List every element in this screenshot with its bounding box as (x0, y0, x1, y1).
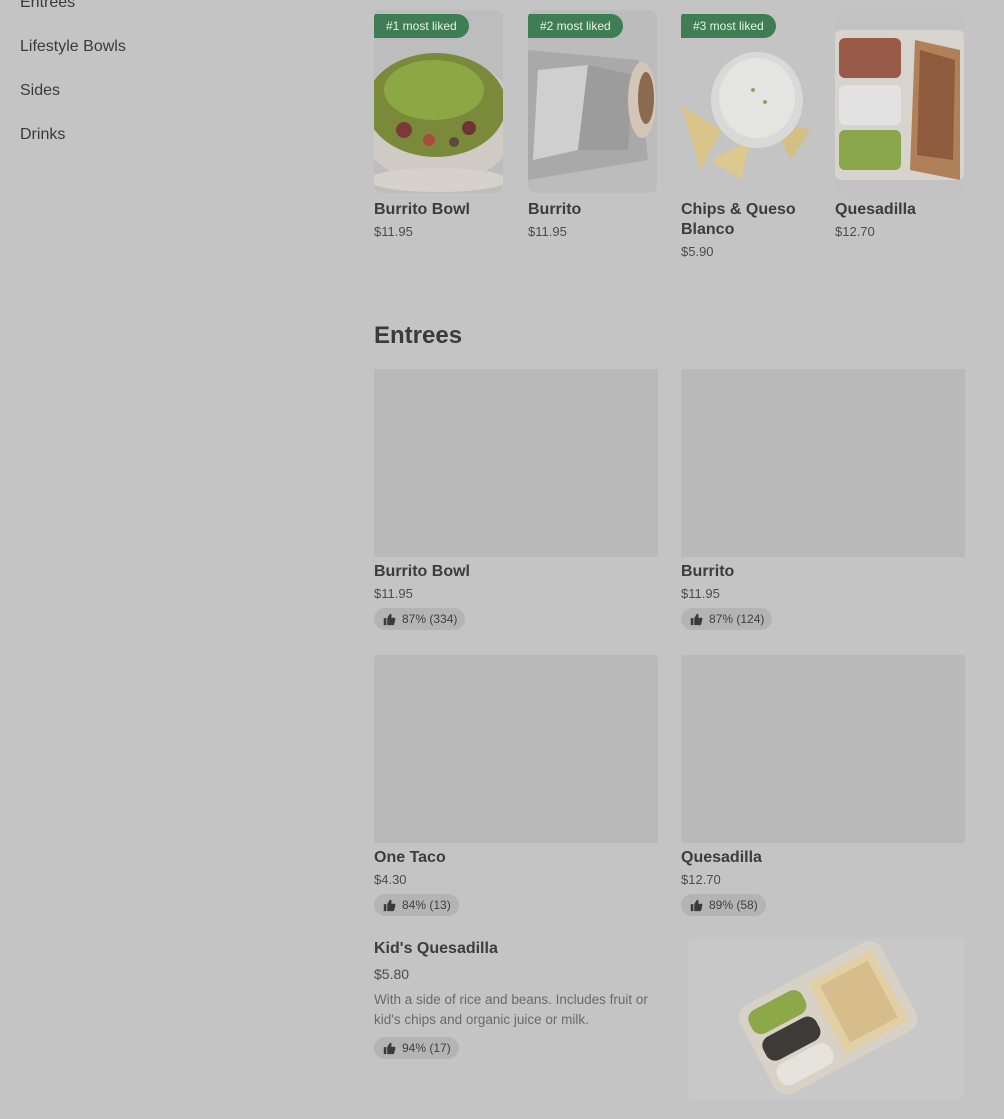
item-name: Kid's Quesadilla (374, 940, 498, 957)
burrito-bowl-image: #1 most liked (374, 10, 503, 193)
item-name: One Taco (374, 849, 446, 866)
entree-card-quesadilla[interactable]: Quesadilla $12.70 89% (58) (681, 655, 965, 917)
item-price: $11.95 (528, 224, 567, 239)
rating-text: 87% (334) (402, 612, 458, 626)
thumbs-up-icon (383, 613, 396, 626)
item-price: $5.80 (374, 966, 410, 982)
item-name: Burrito Bowl (374, 201, 470, 218)
sidebar-item-lifestyle-bowls[interactable]: Lifestyle Bowls (20, 38, 126, 56)
most-liked-card[interactable]: Quesadilla $12.70 (835, 10, 965, 239)
thumbs-up-icon (383, 1042, 396, 1055)
rating-text: 94% (17) (402, 1041, 451, 1055)
entree-image-placeholder (374, 369, 658, 557)
chips-queso-image: #3 most liked (681, 10, 810, 193)
item-price: $11.95 (374, 586, 413, 601)
rating-text: 87% (124) (709, 612, 765, 626)
item-name: Burrito (681, 563, 735, 580)
item-price: $12.70 (835, 224, 875, 239)
most-liked-badge: #2 most liked (528, 14, 623, 38)
thumbs-up-icon (383, 899, 396, 912)
rating-badge: 87% (124) (681, 608, 773, 630)
rating-text: 89% (58) (709, 898, 758, 912)
sidebar-item-sides[interactable]: Sides (20, 82, 60, 100)
item-price: $11.95 (681, 586, 720, 601)
item-name: Burrito Bowl (374, 563, 470, 580)
item-name: Quesadilla (835, 201, 916, 218)
entree-image-placeholder (681, 655, 965, 843)
section-title: Entrees (374, 322, 463, 349)
kids-quesadilla-image[interactable] (688, 938, 964, 1100)
quesadilla-image (835, 10, 964, 193)
item-name: Quesadilla (681, 849, 762, 866)
entree-card-burrito[interactable]: Burrito $11.95 87% (124) (681, 369, 965, 631)
thumbs-up-icon (690, 899, 703, 912)
rating-badge: 89% (58) (681, 894, 766, 916)
item-price: $4.30 (374, 872, 407, 887)
most-liked-badge: #3 most liked (681, 14, 776, 38)
entree-image-placeholder (374, 655, 658, 843)
burrito-image: #2 most liked (528, 10, 657, 193)
rating-badge: 87% (334) (374, 608, 466, 630)
entree-image-placeholder (681, 369, 965, 557)
item-price: $12.70 (681, 872, 721, 887)
rating-badge: 94% (17) (374, 1037, 459, 1059)
item-price: $11.95 (374, 224, 413, 239)
thumbs-up-icon (690, 613, 703, 626)
sidebar-item-drinks[interactable]: Drinks (20, 126, 65, 144)
rating-text: 84% (13) (402, 898, 451, 912)
item-price: $5.90 (681, 244, 714, 259)
item-name: Chips & Queso Blanco (681, 201, 796, 238)
entree-card-burrito-bowl[interactable]: Burrito Bowl $11.95 87% (334) (374, 369, 658, 631)
most-liked-card[interactable]: #3 most liked Chips & Queso Blanco $5.90 (681, 10, 811, 259)
most-liked-card[interactable]: #2 most liked Burrito $11.95 (528, 10, 658, 239)
featured-item-kids-quesadilla[interactable]: Kid's Quesadilla $5.80 With a side of ri… (374, 940, 674, 1060)
most-liked-card[interactable]: #1 most liked Burrito Bowl $11.95 (374, 10, 504, 239)
entree-card-one-taco[interactable]: One Taco $4.30 84% (13) (374, 655, 658, 917)
most-liked-badge: #1 most liked (374, 14, 469, 38)
item-name: Burrito (528, 201, 582, 218)
sidebar-item-entrees[interactable]: Entrees (20, 0, 75, 12)
rating-badge: 84% (13) (374, 894, 459, 916)
item-description: With a side of rice and beans. Includes … (374, 992, 648, 1027)
